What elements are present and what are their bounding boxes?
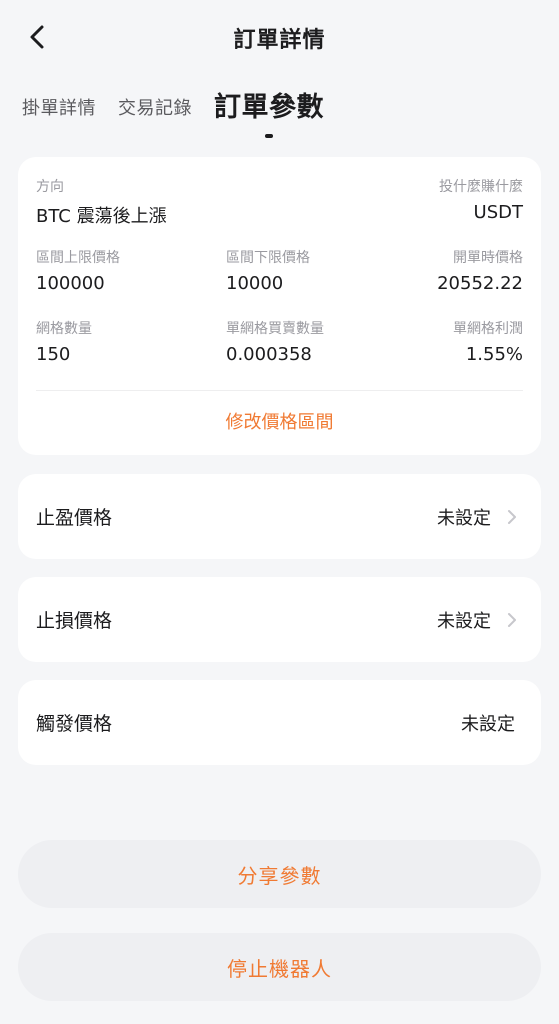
trigger-price-label: 觸發價格: [36, 713, 113, 735]
trigger-price-row: 觸發價格 未設定: [18, 680, 541, 765]
take-profit-label: 止盈價格: [36, 507, 113, 529]
take-profit-row[interactable]: 止盈價格 未設定: [18, 474, 541, 559]
per-grid-qty-value: 0.000358: [226, 344, 312, 365]
upper-price-label: 區間上限價格: [36, 250, 120, 266]
open-price-label: 開單時價格: [453, 250, 523, 266]
tab-order-details[interactable]: 掛單詳情: [22, 94, 96, 132]
lower-price-label: 區間下限價格: [226, 250, 310, 266]
per-grid-profit-value: 1.55%: [465, 344, 523, 365]
chevron-right-icon: [501, 506, 523, 528]
upper-price-value: 100000: [36, 273, 105, 294]
tab-bar: 掛單詳情 交易記錄 訂單參數: [22, 82, 346, 138]
tab-order-params[interactable]: 訂單參數: [214, 85, 324, 138]
open-price-value: 20552.22: [437, 273, 523, 294]
grid-count-value: 150: [36, 344, 71, 365]
stop-robot-button[interactable]: 停止機器人: [18, 933, 541, 1001]
stop-loss-value: 未設定: [437, 610, 491, 632]
modify-price-range-button[interactable]: 修改價格區間: [18, 408, 541, 434]
direction-value: BTC 震蕩後上漲: [36, 206, 167, 227]
take-profit-value: 未設定: [437, 507, 491, 529]
stop-loss-row[interactable]: 止損價格 未設定: [18, 577, 541, 662]
grid-count-label: 網格數量: [36, 321, 92, 337]
header: 訂單詳情: [0, 0, 559, 72]
page-title: 訂單詳情: [233, 28, 326, 53]
tab-order-params-label: 訂單參數: [214, 92, 324, 123]
stop-loss-label: 止損價格: [36, 610, 113, 632]
invest-value: USDT: [473, 202, 523, 223]
direction-label: 方向: [36, 179, 64, 195]
invest-label: 投什麼賺什麼: [439, 179, 523, 195]
lower-price-value: 10000: [226, 273, 284, 294]
divider: [36, 390, 523, 391]
active-tab-indicator: [265, 134, 273, 138]
per-grid-qty-label: 單網格買賣數量: [226, 321, 324, 337]
share-params-button[interactable]: 分享參數: [18, 840, 541, 908]
order-params-card: 方向 BTC 震蕩後上漲 投什麼賺什麼 USDT 區間上限價格 100000 區…: [18, 157, 541, 455]
per-grid-profit-label: 單網格利潤: [453, 321, 523, 337]
trigger-price-value: 未設定: [461, 713, 515, 735]
chevron-right-icon: [501, 609, 523, 631]
tab-trade-records[interactable]: 交易記錄: [118, 94, 192, 132]
